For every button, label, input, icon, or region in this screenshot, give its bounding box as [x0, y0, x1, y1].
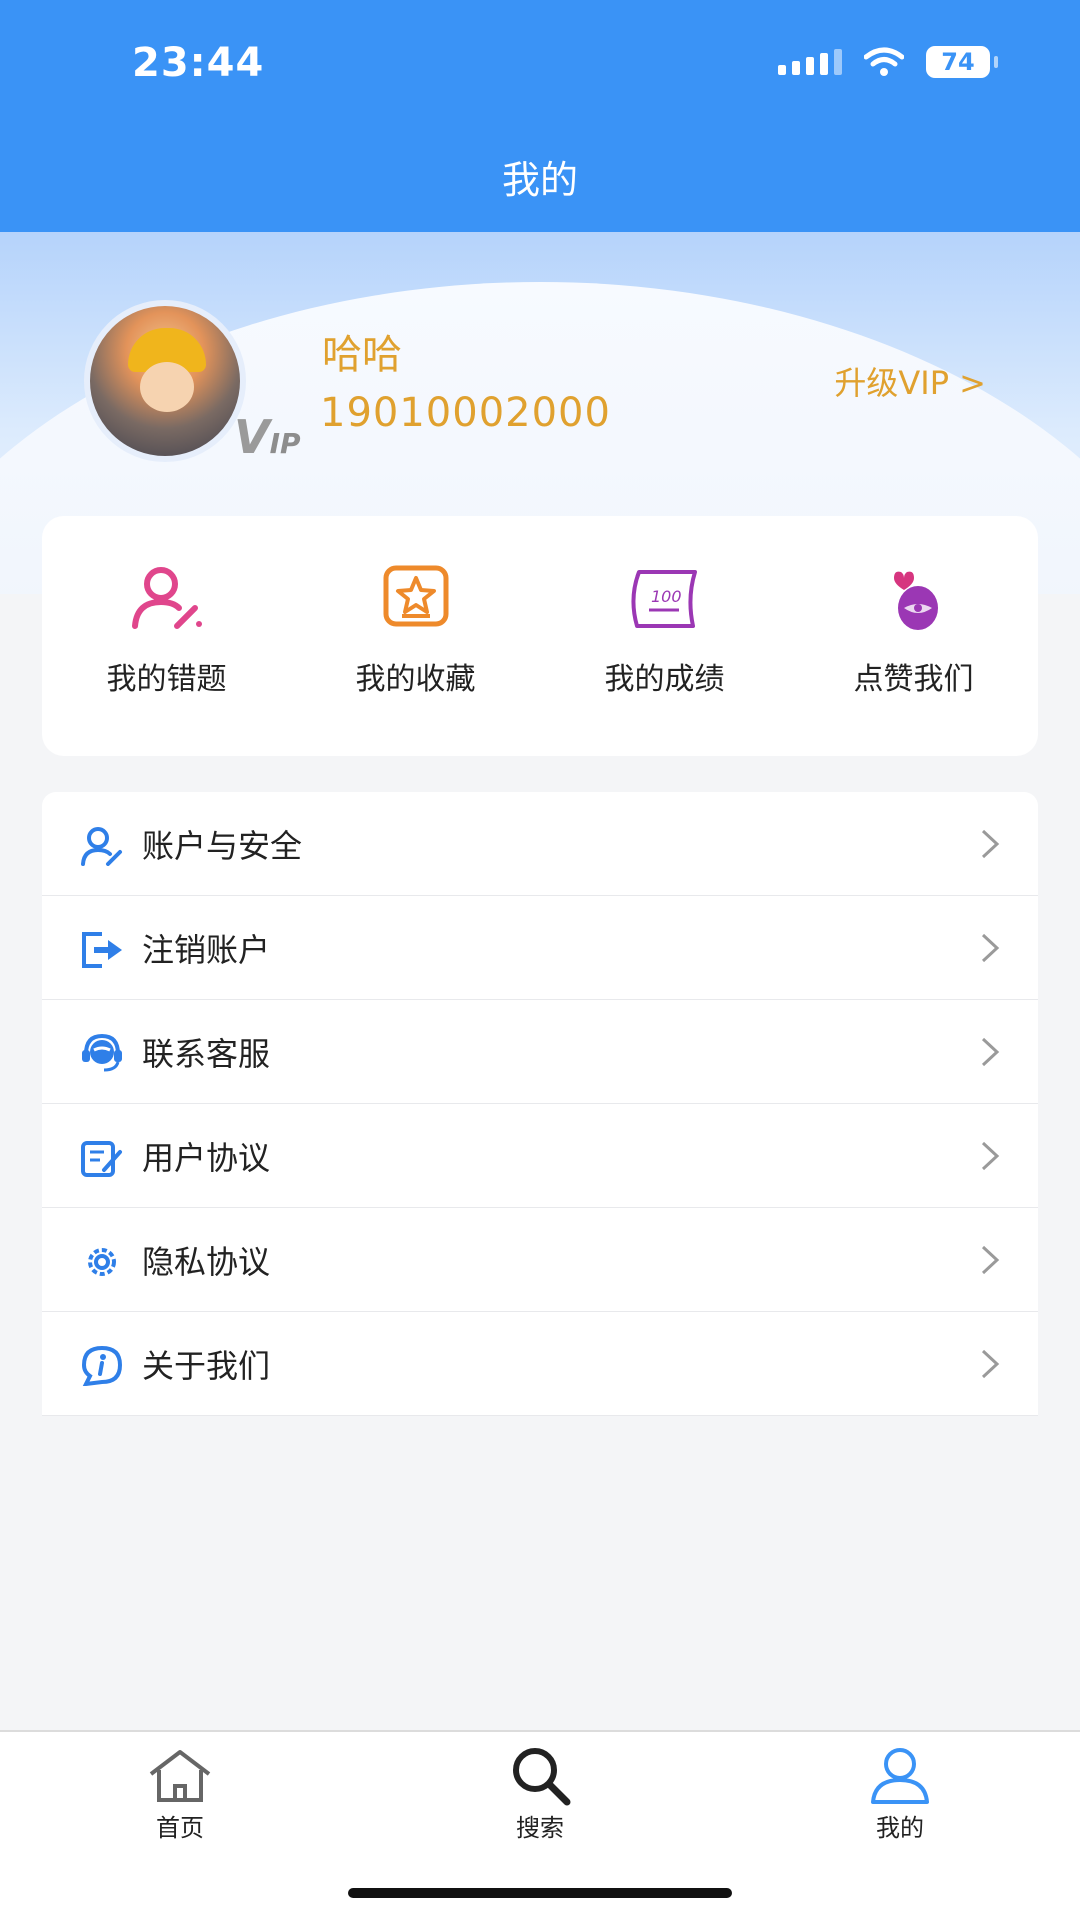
user-security-icon — [81, 827, 122, 866]
menu-item-deactivate-account[interactable]: 注销账户 — [42, 896, 1038, 1000]
menu-item-label: 用户协议 — [142, 1138, 271, 1177]
status-bar: 23:44 74 — [0, 0, 1080, 120]
quick-action-wrong-questions[interactable]: 我的错题 — [42, 516, 291, 756]
status-icons: 74 — [778, 46, 998, 78]
agreement-icon — [81, 1141, 122, 1177]
user-phone: 19010002000 — [320, 390, 611, 436]
star-box-icon — [383, 565, 448, 627]
tab-label: 首页 — [156, 1814, 204, 1842]
info-icon — [81, 1346, 123, 1386]
avatar-face — [140, 362, 194, 412]
gear-icon — [88, 1248, 116, 1276]
tab-label: 搜索 — [516, 1814, 564, 1842]
chevron-right-icon — [981, 933, 1000, 963]
nav-bar: 我的 — [0, 120, 1080, 232]
page-title: 我的 — [501, 157, 578, 202]
like-icon — [893, 571, 938, 630]
menu-item-label: 账户与安全 — [142, 826, 303, 865]
menu-item-label: 关于我们 — [142, 1346, 271, 1385]
wifi-icon — [864, 47, 904, 76]
svg-text:100: 100 — [651, 587, 682, 606]
menu-item-account-security[interactable]: 账户与安全 — [42, 792, 1038, 896]
vip-badge-v: V — [234, 410, 270, 464]
quick-action-label: 点赞我们 — [853, 662, 974, 697]
quick-action-label: 我的收藏 — [355, 662, 476, 697]
logout-icon — [82, 932, 122, 968]
menu-item-label: 注销账户 — [142, 930, 271, 969]
tab-home[interactable]: 首页 — [100, 1746, 260, 1843]
menu-item-label: 隐私协议 — [142, 1242, 271, 1281]
customer-service-icon — [82, 1034, 122, 1072]
menu-item-about-us[interactable]: 关于我们 — [42, 1312, 1038, 1416]
vip-badge-ip: IP — [269, 427, 301, 460]
search-icon — [513, 1748, 571, 1806]
score-scroll-icon: 100 — [631, 570, 697, 628]
quick-action-label: 我的成绩 — [604, 662, 725, 697]
home-indicator — [348, 1888, 732, 1898]
quick-action-scores[interactable]: 100 我的成绩 — [540, 516, 789, 756]
user-name: 哈哈 — [322, 332, 402, 378]
profile-icon — [871, 1748, 929, 1804]
quick-action-favorites[interactable]: 我的收藏 — [291, 516, 540, 756]
quick-action-label: 我的错题 — [106, 662, 227, 697]
home-icon — [149, 1750, 211, 1802]
chevron-right-icon — [981, 1245, 1000, 1275]
settings-menu: 账户与安全 注销账户 联系客服 用户协议 隐私协议 关于我们 — [42, 792, 1038, 1416]
chevron-right-icon — [981, 1349, 1000, 1379]
menu-item-customer-service[interactable]: 联系客服 — [42, 1000, 1038, 1104]
tab-profile[interactable]: 我的 — [820, 1746, 980, 1843]
signal-icon — [778, 49, 842, 75]
chevron-right-icon — [981, 829, 1000, 859]
quick-action-like-us[interactable]: 点赞我们 — [789, 516, 1038, 756]
chevron-right-icon — [981, 1037, 1000, 1067]
menu-item-label: 联系客服 — [142, 1034, 271, 1073]
menu-item-user-agreement[interactable]: 用户协议 — [42, 1104, 1038, 1208]
avatar[interactable] — [84, 300, 246, 462]
user-edit-icon — [131, 567, 202, 629]
upgrade-vip-link[interactable]: 升级VIP > — [834, 358, 986, 404]
vip-badge: VIP — [234, 410, 301, 464]
status-time: 23:44 — [132, 40, 265, 86]
tab-search[interactable]: 搜索 — [460, 1746, 620, 1843]
tab-label: 我的 — [876, 1814, 924, 1842]
chevron-right-icon — [981, 1141, 1000, 1171]
battery-icon: 74 — [926, 46, 998, 78]
quick-actions-card: 我的错题 我的收藏 100 我的成绩 点赞我们 — [42, 516, 1038, 756]
menu-item-privacy-agreement[interactable]: 隐私协议 — [42, 1208, 1038, 1312]
